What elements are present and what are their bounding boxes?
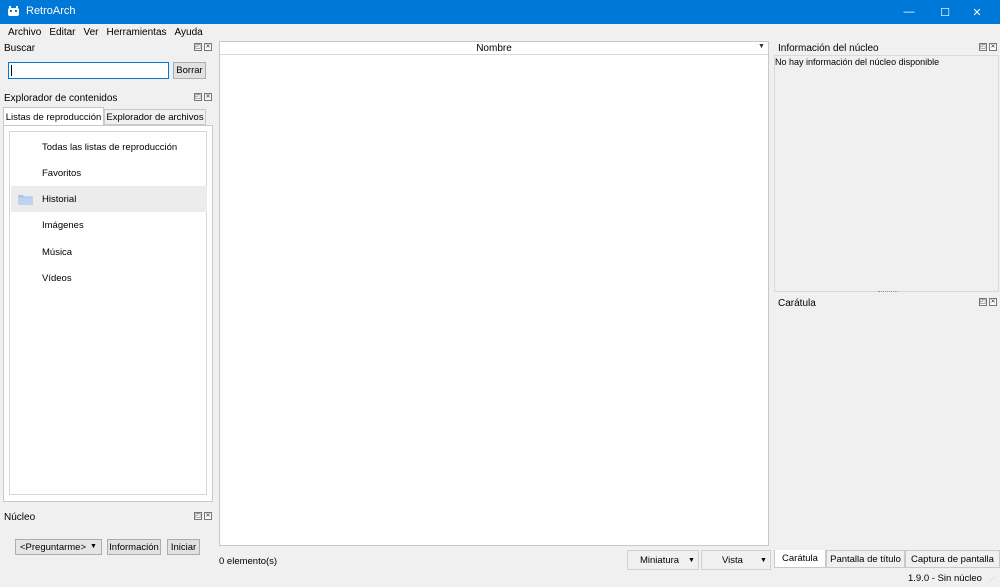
tab-file-browser[interactable]: Explorador de archivos [104, 109, 206, 125]
clear-search-label: Borrar [176, 65, 203, 76]
chevron-down-icon: ▼ [688, 557, 695, 564]
menu-bar: Archivo Editar Ver Herramientas Ayuda [0, 24, 1000, 40]
playlist-item-images[interactable]: Imágenes [11, 212, 207, 238]
core-select[interactable]: <Preguntarme> [15, 539, 102, 555]
core-select-value: <Preguntarme> [20, 541, 87, 553]
chevron-down-icon: ▼ [90, 543, 97, 550]
tab-playlists-label: Listas de reproducción [5, 111, 102, 123]
close-icon[interactable]: ✕ [204, 93, 212, 101]
playlist-item-videos[interactable]: Vídeos [11, 265, 207, 291]
float-icon[interactable]: ◰ [194, 93, 202, 101]
float-icon[interactable]: ◰ [979, 298, 987, 306]
view-mode-select[interactable]: Vista ▼ [701, 550, 771, 570]
menu-herramientas[interactable]: Herramientas [107, 27, 167, 38]
tab-title-screen-label: Pantalla de título [830, 553, 901, 565]
playlist-item-label: Favoritos [42, 167, 82, 179]
folder-icon [18, 195, 33, 205]
core-info-label: Información [109, 541, 159, 553]
core-info-panel-title: Información del núcleo [778, 43, 879, 54]
minimize-icon: — [903, 6, 915, 18]
chevron-down-icon: ▼ [760, 557, 767, 564]
view-type-value: Miniatura [640, 554, 680, 566]
core-info-message: No hay información del núcleo disponible [775, 57, 940, 67]
playlist-item-label: Historial [42, 193, 77, 205]
core-info-dock-buttons: ◰ ✕ [979, 43, 997, 51]
close-icon[interactable]: ✕ [204, 43, 212, 51]
search-panel-dock-buttons: ◰ ✕ [194, 43, 212, 51]
clear-search-button[interactable]: Borrar [173, 62, 206, 79]
content-browser-dock-buttons: ◰ ✕ [194, 93, 212, 101]
playlist-item-label: Todas las listas de reproducción [42, 141, 178, 153]
menu-ver[interactable]: Ver [83, 27, 98, 38]
search-panel-title: Buscar [4, 43, 36, 54]
close-icon[interactable]: ✕ [989, 43, 997, 51]
cover-panel-title: Carátula [778, 298, 816, 309]
tab-title-screen[interactable]: Pantalla de título [826, 550, 905, 568]
cover-panel-dock-buttons: ◰ ✕ [979, 298, 997, 306]
search-input[interactable] [8, 62, 169, 79]
close-icon[interactable]: ✕ [989, 298, 997, 306]
title-bar: RetroArch — ☐ ✕ [0, 0, 1000, 24]
float-icon[interactable]: ◰ [194, 512, 202, 520]
resize-grip-icon[interactable]: ⋰ [988, 577, 998, 585]
start-label: Iniciar [170, 541, 197, 553]
maximize-icon: ☐ [940, 6, 950, 19]
playlist-item-music[interactable]: Música [11, 239, 207, 265]
splitter-handle[interactable] [878, 291, 898, 294]
tab-file-browser-label: Explorador de archivos [106, 111, 204, 123]
view-type-select[interactable]: Miniatura ▼ [627, 550, 699, 570]
text-caret [11, 65, 12, 76]
column-header-name[interactable]: Nombre [220, 42, 768, 55]
column-header-label: Nombre [476, 42, 512, 54]
close-button[interactable]: ✕ [954, 0, 1000, 24]
float-icon[interactable]: ◰ [194, 43, 202, 51]
chevron-down-icon[interactable]: ▼ [758, 43, 765, 50]
close-icon[interactable]: ✕ [204, 512, 212, 520]
playlist-list: Todas las listas de reproducción Favorit… [9, 131, 207, 495]
close-icon: ✕ [972, 6, 982, 19]
playlist-item-history[interactable]: Historial [11, 186, 207, 212]
float-icon[interactable]: ◰ [979, 43, 987, 51]
status-text: 1.9.0 - Sin núcleo [908, 573, 982, 584]
view-mode-value: Vista [722, 554, 743, 566]
tab-cover-label: Carátula [782, 553, 818, 564]
core-panel-title: Núcleo [4, 512, 36, 523]
menu-ayuda[interactable]: Ayuda [175, 27, 203, 38]
playlist-item-label: Imágenes [42, 219, 84, 231]
playlist-item-label: Música [42, 246, 73, 258]
tab-screenshot-label: Captura de pantalla [911, 553, 994, 565]
core-panel-dock-buttons: ◰ ✕ [194, 512, 212, 520]
window-title: RetroArch [26, 5, 76, 17]
playlist-item-favorites[interactable]: Favoritos [11, 160, 207, 186]
menu-archivo[interactable]: Archivo [8, 27, 41, 38]
core-info-area: No hay información del núcleo disponible [774, 55, 999, 292]
start-button[interactable]: Iniciar [167, 539, 200, 555]
playlist-item-all[interactable]: Todas las listas de reproducción [11, 134, 207, 160]
menu-editar[interactable]: Editar [49, 27, 75, 38]
content-browser-title: Explorador de contenidos [4, 93, 118, 104]
tab-cover[interactable]: Carátula [774, 550, 826, 568]
content-list[interactable] [219, 41, 769, 546]
playlist-item-label: Vídeos [42, 272, 72, 284]
tab-playlists[interactable]: Listas de reproducción [3, 107, 104, 126]
item-count: 0 elemento(s) [219, 556, 278, 567]
tab-screenshot[interactable]: Captura de pantalla [905, 550, 1000, 568]
core-info-button[interactable]: Información [107, 539, 161, 555]
retroarch-logo-icon [8, 6, 19, 16]
